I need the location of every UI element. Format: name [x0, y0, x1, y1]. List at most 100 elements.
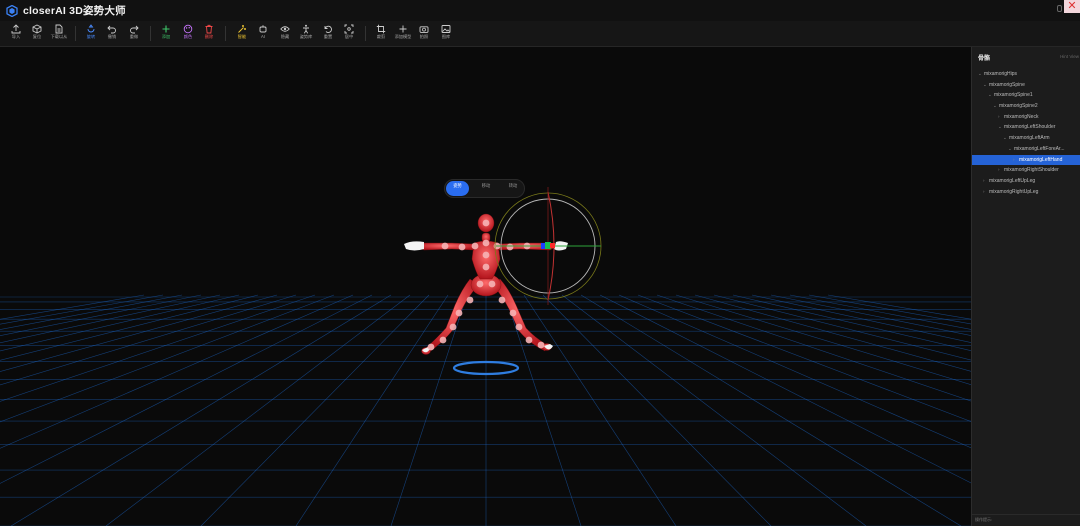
left-hand[interactable] [404, 241, 424, 251]
bone-name: mixamorigLeftShoulder [1004, 124, 1056, 131]
grid-line [504, 294, 582, 526]
delete-button[interactable]: 删除 [198, 24, 220, 40]
bone-tree-item[interactable]: › mixamorigRightUpLeg [972, 187, 1080, 198]
bone-name: mixamorigSpine1 [994, 92, 1033, 99]
rotate-icon [87, 24, 95, 33]
left-leg [425, 278, 479, 354]
redo-button[interactable]: 重做 [123, 24, 145, 40]
joint-dot[interactable] [482, 239, 490, 247]
panel-footer: 操作提示: [972, 514, 1080, 526]
magic-icon [238, 25, 246, 33]
grid-line [390, 294, 468, 526]
toolbar-label: 图库 [441, 34, 451, 39]
joint-dot[interactable] [471, 242, 479, 250]
grid-line [523, 294, 677, 526]
toolbar-label: 居中 [344, 34, 354, 39]
joint-dot[interactable] [482, 263, 490, 271]
grid-line [0, 294, 316, 402]
grid-line [0, 294, 354, 449]
bone-tree-item[interactable]: › mixamorigLeftUpLeg [972, 176, 1080, 187]
mode-move-label: 移动 [481, 183, 491, 188]
joint-dot[interactable] [476, 280, 484, 288]
grid-line [637, 294, 971, 422]
grid-line [0, 294, 373, 484]
mode-move[interactable]: 移动 [475, 181, 497, 196]
joint-dot[interactable] [441, 242, 449, 250]
joint-dot[interactable] [498, 296, 506, 304]
mode-pose[interactable]: 姿势 [446, 181, 469, 196]
window-icon[interactable] [1057, 5, 1062, 12]
joint-dot[interactable] [506, 243, 514, 251]
joint-dot[interactable] [537, 341, 545, 349]
add-model-icon [399, 25, 407, 33]
mode-rotate-label: 转动 [508, 183, 518, 188]
gallery-button[interactable]: 图库 [435, 24, 457, 40]
toolbar-label: 重做 [129, 34, 139, 39]
bone-tree-item[interactable]: › mixamorigNeck [972, 112, 1080, 123]
grid-line [0, 294, 297, 386]
bone-tree-item[interactable]: ⌄ mixamorigLeftShoulder [972, 122, 1080, 133]
bone-name: mixamorigRightShoulder [1004, 167, 1059, 174]
mode-switch: 姿势 移动 转动 [444, 179, 525, 198]
toolbar: 导入 复位 下载以从 旋转 撤销 重做 添加 颜色 删除 智能 AI 隐藏 姿势… [0, 21, 1080, 47]
reset-icon [324, 25, 332, 34]
joint-dot[interactable] [449, 323, 457, 331]
joint-dot[interactable] [427, 343, 435, 351]
bone-tree-item[interactable]: ⌄ mixamorigLeftArm [972, 133, 1080, 144]
bone-name: mixamorigLeftUpLeg [989, 177, 1036, 184]
center-button[interactable]: 居中 [338, 24, 360, 40]
grid-line [0, 294, 240, 352]
3d-viewport[interactable]: 姿势 移动 转动 [0, 47, 971, 526]
joint-dot[interactable] [482, 251, 490, 259]
bone-tree: ⌄ mixamorigHips ⌄ mixamorigSpine ⌄ mixamorigS… [972, 69, 1080, 197]
joint-dot[interactable] [482, 219, 490, 227]
grid-line [599, 294, 971, 484]
rotation-gizmo[interactable] [494, 187, 602, 305]
focus-icon [344, 24, 354, 34]
app-title: closerAI 3D姿势大师 [23, 5, 126, 17]
joint-dot[interactable] [515, 323, 523, 331]
grid-line [0, 294, 221, 344]
panel-title: 骨骼 [978, 56, 991, 62]
plus-icon [162, 25, 170, 33]
bone-tree-item[interactable]: › mixamorigLeftHand [972, 154, 1080, 166]
grid-line [0, 294, 259, 361]
grid-line [618, 294, 971, 449]
bone-tree-item[interactable]: ⌄ mixamorigLeftForeAr... [972, 144, 1080, 155]
bone-tree-item[interactable]: ⌄ mixamorigHips [972, 69, 1080, 80]
bone-tree-item[interactable]: › mixamorigRightShoulder [972, 165, 1080, 176]
mode-pose-label: 姿势 [453, 183, 462, 188]
close-button[interactable]: ✕ [1064, 0, 1080, 13]
bone-tree-item[interactable]: ⌄ mixamorigSpine [972, 80, 1080, 91]
grid-line [580, 294, 962, 526]
bone-name: mixamorigLeftHand [1019, 156, 1063, 163]
bone-name: mixamorigNeck [1004, 113, 1039, 120]
grid-line [542, 294, 772, 526]
joint-dot[interactable] [488, 280, 496, 288]
redo-icon [130, 25, 139, 34]
mode-rotate[interactable]: 转动 [502, 181, 524, 196]
bone-tree-item[interactable]: ⌄ mixamorigSpine2 [972, 101, 1080, 112]
joint-dot[interactable] [525, 336, 533, 344]
ai-icon [259, 25, 267, 33]
toolbar-label: 删除 [204, 34, 214, 39]
joint-dot[interactable] [509, 309, 517, 317]
grid-line [827, 294, 971, 320]
bone-tree-item[interactable]: ⌄ mixamorigSpine1 [972, 90, 1080, 101]
joint-dot[interactable] [466, 296, 474, 304]
upload-icon [11, 24, 21, 34]
bone-name: mixamorigHips [984, 71, 1018, 77]
grid-line [10, 294, 392, 526]
joint-dot[interactable] [439, 336, 447, 344]
palette-icon [183, 24, 193, 34]
grid-line [656, 294, 971, 402]
bone-name: mixamorigSpine [989, 81, 1025, 88]
trash-icon [205, 24, 213, 34]
download-button[interactable]: 下载以从 [48, 24, 70, 40]
joint-dot[interactable] [455, 309, 463, 317]
bone-name: mixamorigSpine2 [999, 103, 1038, 110]
joint-dot[interactable] [458, 243, 466, 251]
pose-figure[interactable] [417, 213, 557, 355]
grid-line [713, 294, 971, 361]
scene-canvas[interactable] [0, 47, 971, 526]
